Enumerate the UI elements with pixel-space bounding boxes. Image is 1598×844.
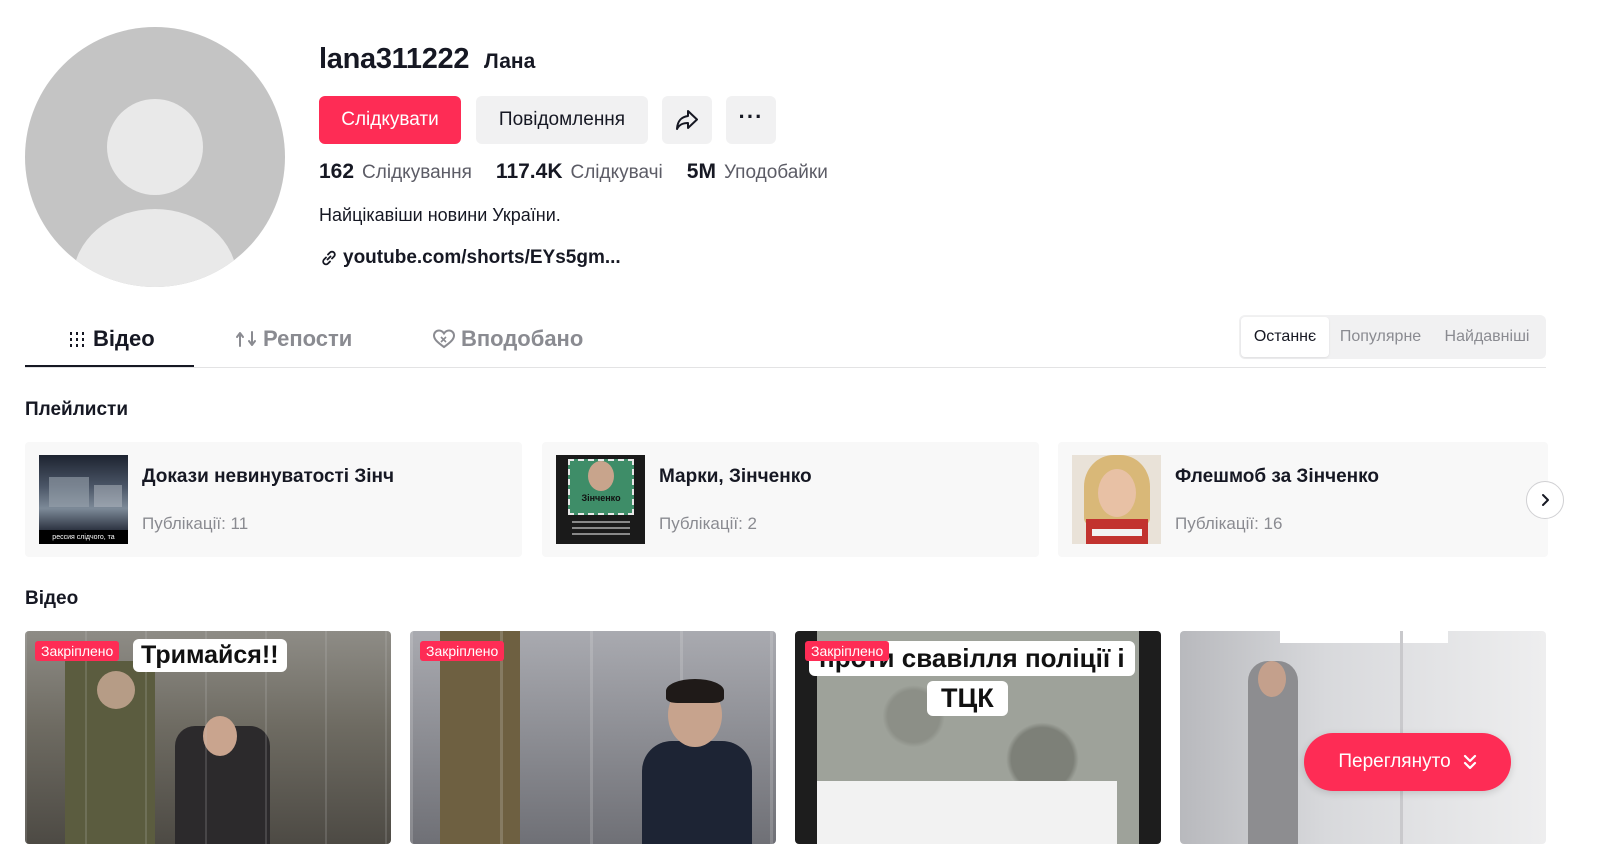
stat-number: 162 bbox=[319, 160, 355, 183]
profile-stats: 162 Слідкування 117.4K Слідкувачі 5M Упо… bbox=[319, 160, 852, 184]
sort-switcher: Останнє Популярне Найдавніші bbox=[1239, 315, 1546, 359]
playlist-count: Публікації: 2 bbox=[659, 514, 757, 533]
stat-likes: 5M Уподобайки bbox=[687, 160, 828, 184]
active-tab-indicator bbox=[25, 365, 194, 367]
tab-videos[interactable]: Відео bbox=[67, 326, 155, 352]
avatar bbox=[25, 27, 285, 287]
stat-label: Слідкування bbox=[362, 162, 472, 183]
playlist-name: Марки, Зінченко bbox=[659, 466, 812, 487]
pinned-badge: Закріплено bbox=[805, 641, 890, 661]
playlist-name: Флешмоб за Зінченко bbox=[1175, 466, 1380, 487]
chevron-right-icon bbox=[1542, 494, 1549, 506]
sort-oldest[interactable]: Найдавніші bbox=[1432, 317, 1542, 357]
stat-label: Слідкувачі bbox=[570, 162, 663, 183]
video-overlay-text: ТЦК bbox=[927, 681, 1008, 716]
playlist-card[interactable]: Флешмоб за Зінченко Публікації: 16 bbox=[1058, 442, 1548, 557]
username: lana311222 bbox=[319, 43, 470, 75]
videos-heading: Відео bbox=[25, 588, 79, 609]
stat-followers[interactable]: 117.4K Слідкувачі bbox=[496, 160, 663, 184]
playlist-name: Докази невинуватості Зінч bbox=[142, 466, 395, 487]
message-button[interactable]: Повідомлення bbox=[476, 96, 648, 144]
profile-bio: Найцікавіши новини України. bbox=[319, 205, 561, 225]
playlist-card[interactable]: Зінченко Марки, Зінченко Публікації: 2 bbox=[542, 442, 1039, 557]
link-icon bbox=[322, 250, 336, 266]
pinned-badge: Закріплено bbox=[35, 641, 120, 661]
more-options-button[interactable]: ··· bbox=[726, 96, 776, 144]
more-icon: ··· bbox=[738, 104, 764, 129]
stat-label: Уподобайки bbox=[723, 162, 828, 183]
double-chevron-down-icon bbox=[1463, 754, 1476, 770]
watched-label: Переглянуто bbox=[1338, 751, 1451, 772]
stat-number: 5M bbox=[686, 160, 716, 183]
playlist-thumbnail: Зінченко bbox=[556, 455, 645, 544]
tab-label: Відео bbox=[93, 326, 155, 351]
sort-popular[interactable]: Популярне bbox=[1329, 317, 1432, 357]
playlist-thumbnail bbox=[1072, 455, 1161, 544]
playlist-thumb-caption: рессия слідчого, та bbox=[39, 530, 128, 544]
tab-label: Репости bbox=[263, 326, 353, 351]
video-card[interactable]: проти свавілля поліції і ТЦК Закріплено bbox=[795, 631, 1161, 844]
playlist-thumb-caption: Зінченко bbox=[581, 493, 621, 503]
profile-link-text: youtube.com/shorts/EYs5gm... bbox=[343, 247, 621, 268]
stat-following[interactable]: 162 Слідкування bbox=[319, 160, 472, 184]
sort-latest[interactable]: Останнє bbox=[1241, 317, 1329, 357]
stat-number: 117.4K bbox=[495, 160, 563, 183]
tab-label: Вподобано bbox=[461, 326, 584, 351]
grid-icon bbox=[70, 332, 84, 347]
playlist-card[interactable]: рессия слідчого, та Докази невинуватості… bbox=[25, 442, 522, 557]
playlists-heading: Плейлисти bbox=[25, 399, 129, 420]
video-overlay-text: Тримайся!! bbox=[133, 639, 287, 672]
nickname: Лана bbox=[484, 50, 536, 73]
repost-icon bbox=[236, 331, 256, 347]
playlist-count: Публікації: 11 bbox=[142, 514, 249, 533]
playlist-thumbnail: рессия слідчого, та bbox=[39, 455, 128, 544]
liked-heart-icon bbox=[433, 329, 455, 349]
watched-button[interactable]: Переглянуто bbox=[1304, 733, 1511, 791]
share-icon bbox=[676, 110, 698, 130]
playlists-next-button[interactable] bbox=[1526, 481, 1564, 519]
share-button[interactable] bbox=[662, 96, 712, 144]
follow-button[interactable]: Слідкувати bbox=[319, 96, 461, 144]
profile-link[interactable]: youtube.com/shorts/EYs5gm... bbox=[319, 247, 621, 269]
pinned-badge: Закріплено bbox=[420, 641, 505, 661]
tab-reposts[interactable]: Репости bbox=[235, 326, 352, 352]
tab-liked[interactable]: Вподобано bbox=[433, 326, 583, 352]
playlist-count: Публікації: 16 bbox=[1175, 514, 1283, 533]
video-card[interactable]: Закріплено bbox=[410, 631, 776, 844]
video-card[interactable]: Тримайся!! Закріплено bbox=[25, 631, 391, 844]
